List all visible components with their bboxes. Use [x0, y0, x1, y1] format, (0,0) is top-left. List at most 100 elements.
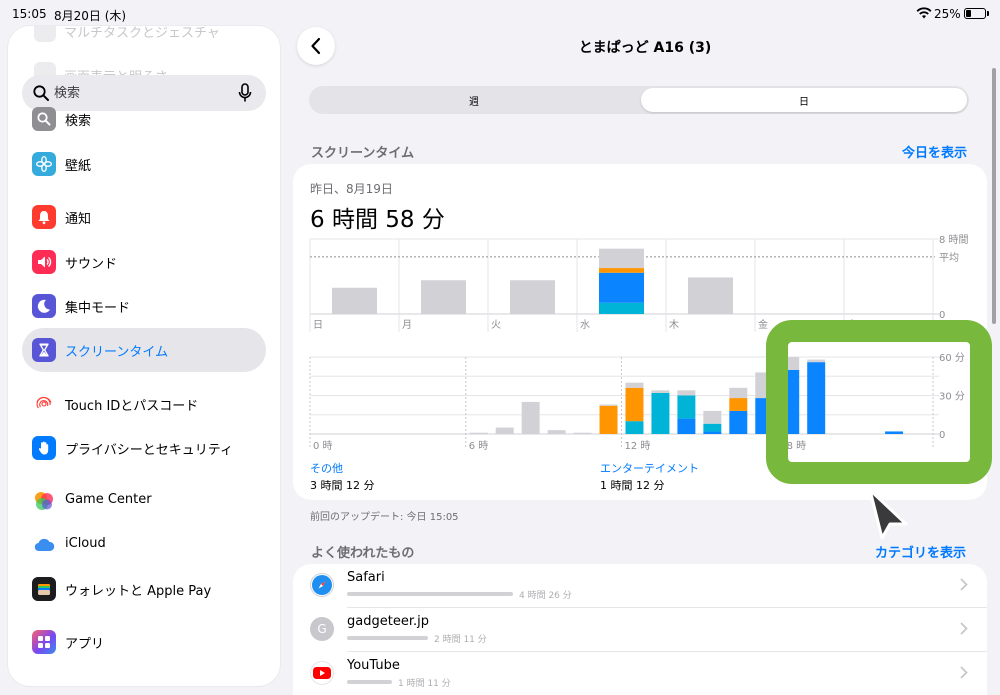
show-categories-link[interactable]: カテゴリを表示	[875, 542, 966, 561]
sidebar-item-label: 通知	[65, 212, 92, 227]
sidebar-item-label: プライバシーとセキュリティ	[65, 443, 233, 458]
bar-segment	[703, 431, 722, 434]
bar-segment	[495, 427, 514, 434]
battery-level	[966, 10, 971, 17]
bar-segment	[729, 398, 748, 411]
bar-segment	[599, 272, 644, 303]
sidebar-item-apps[interactable]: アプリ	[22, 620, 266, 664]
sidebar-item-label: iCloud	[65, 536, 106, 551]
sidebar-item-icloud[interactable]: iCloud	[22, 523, 266, 567]
usage-bar	[347, 680, 392, 684]
scrollbar[interactable]	[992, 68, 996, 324]
bar-segment	[703, 423, 722, 432]
sidebar-item-search[interactable]: 検索	[22, 97, 266, 141]
bar	[421, 280, 466, 314]
settings-sidebar[interactable]: マルチタスクとジェスチャ 画面表示と明るさ 検索 壁	[8, 26, 280, 686]
legend-category: その他	[310, 462, 343, 475]
sidebar-item-label: ウォレットと Apple Pay	[65, 584, 212, 599]
sidebar-item-touch-id[interactable]: Touch IDとパスコード	[22, 382, 266, 426]
sidebar-item-notifications[interactable]: 通知	[22, 195, 266, 239]
show-today-link[interactable]: 今日を表示	[902, 142, 967, 161]
screen-time-section-title: スクリーンタイム	[311, 146, 415, 161]
legend-value: 1 時間 12 分	[600, 479, 665, 492]
y-tick-label: 8 時間	[939, 234, 969, 246]
ghost-item: マルチタスクとジェスチャ	[64, 26, 220, 41]
sidebar-item-privacy[interactable]: プライバシーとセキュリティ	[22, 426, 266, 470]
bar-segment	[625, 387, 644, 422]
bar-segment	[625, 421, 644, 434]
frequent-section-title: よく使われたもの	[311, 546, 415, 561]
wifi-icon	[916, 7, 932, 19]
battery-tip	[987, 11, 989, 16]
segment-week[interactable]: 週	[311, 88, 637, 112]
x-tick-label: 火	[491, 319, 501, 331]
bar-segment	[599, 404, 618, 406]
period-segmented-control[interactable]: 週 日	[309, 86, 969, 114]
app-name: Safari	[347, 570, 385, 585]
letter-g-icon: G	[310, 617, 334, 641]
status-time: 15:05	[12, 7, 47, 21]
bar-segment	[677, 418, 696, 434]
app-name: YouTube	[347, 658, 400, 673]
bar-segment	[651, 390, 670, 393]
chevron-right-icon	[960, 622, 968, 635]
highlight-annotation-box	[766, 320, 992, 484]
flower-icon	[32, 152, 56, 176]
game-center-icon	[32, 489, 56, 513]
list-item[interactable]: G gadgeteer.jp 2 時間 11 分	[293, 608, 987, 652]
sidebar-item-screen-time[interactable]: スクリーンタイム	[22, 328, 266, 372]
bar-segment	[625, 382, 644, 388]
chevron-left-icon	[311, 37, 321, 55]
wallet-icon	[32, 577, 56, 601]
back-button[interactable]	[297, 27, 335, 65]
last-update-note: 前回のアップデート: 今日 15:05	[310, 512, 459, 523]
app-name: gadgeteer.jp	[347, 614, 429, 629]
sidebar-item-label: スクリーンタイム	[65, 345, 169, 360]
frequent-apps-list: Safari 4 時間 26 分 G gadgeteer.jp 2 時間 11 …	[293, 564, 987, 695]
chevron-right-icon	[960, 578, 968, 591]
bar-segment	[547, 430, 566, 434]
list-item[interactable]: Safari 4 時間 26 分	[293, 564, 987, 608]
bar-segment	[469, 432, 488, 434]
moon-icon	[32, 294, 56, 318]
x-tick-label: 0 時	[313, 440, 333, 452]
app-time: 1 時間 11 分	[398, 679, 451, 689]
sidebar-item-label: 検索	[65, 114, 92, 129]
usage-bar	[347, 592, 513, 596]
x-tick-label: 金	[758, 318, 768, 331]
sidebar-item-focus[interactable]: 集中モード	[22, 284, 266, 328]
sidebar-item-game-center[interactable]: Game Center	[22, 479, 266, 523]
speaker-icon	[32, 250, 56, 274]
hourglass-icon	[32, 338, 56, 362]
app-time: 2 時間 11 分	[434, 635, 487, 645]
bar-segment	[599, 268, 644, 273]
bar	[688, 277, 733, 314]
bar-segment	[677, 390, 696, 396]
segment-day[interactable]: 日	[641, 88, 967, 112]
fingerprint-icon	[32, 392, 56, 416]
sidebar-item-wallpaper[interactable]: 壁紙	[22, 142, 266, 186]
sidebar-item-wallet[interactable]: ウォレットと Apple Pay	[22, 567, 266, 611]
status-date: 8月20日 (木)	[54, 9, 127, 23]
hand-icon	[32, 436, 56, 460]
battery-icon	[964, 8, 986, 19]
sidebar-item-label: 集中モード	[65, 301, 131, 316]
bar-segment	[599, 302, 644, 314]
cloud-icon	[32, 533, 56, 557]
pointer-cursor-icon	[868, 488, 908, 540]
list-item[interactable]: YouTube 1 時間 11 分	[293, 652, 987, 695]
bar-segment	[599, 405, 618, 434]
bar-segment	[729, 410, 748, 434]
x-tick-label: 6 時	[469, 440, 489, 452]
safari-icon	[310, 573, 334, 597]
x-tick-label: 木	[669, 319, 679, 331]
status-bar: 15:05 8月20日 (木) 25%	[0, 0, 1000, 28]
battery-percent: 25%	[934, 7, 961, 21]
sidebar-item-label: Touch IDとパスコード	[65, 399, 199, 414]
apps-grid-icon	[32, 630, 56, 654]
settings-screen: 15:05 8月20日 (木) 25% マルチタスクとジェスチャ 画面表示と明る…	[0, 0, 1000, 695]
sidebar-item-label: アプリ	[65, 637, 105, 652]
legend-category: エンターテイメント	[600, 462, 699, 475]
sidebar-item-sounds[interactable]: サウンド	[22, 240, 266, 284]
sidebar-item-label: 壁紙	[65, 159, 92, 174]
